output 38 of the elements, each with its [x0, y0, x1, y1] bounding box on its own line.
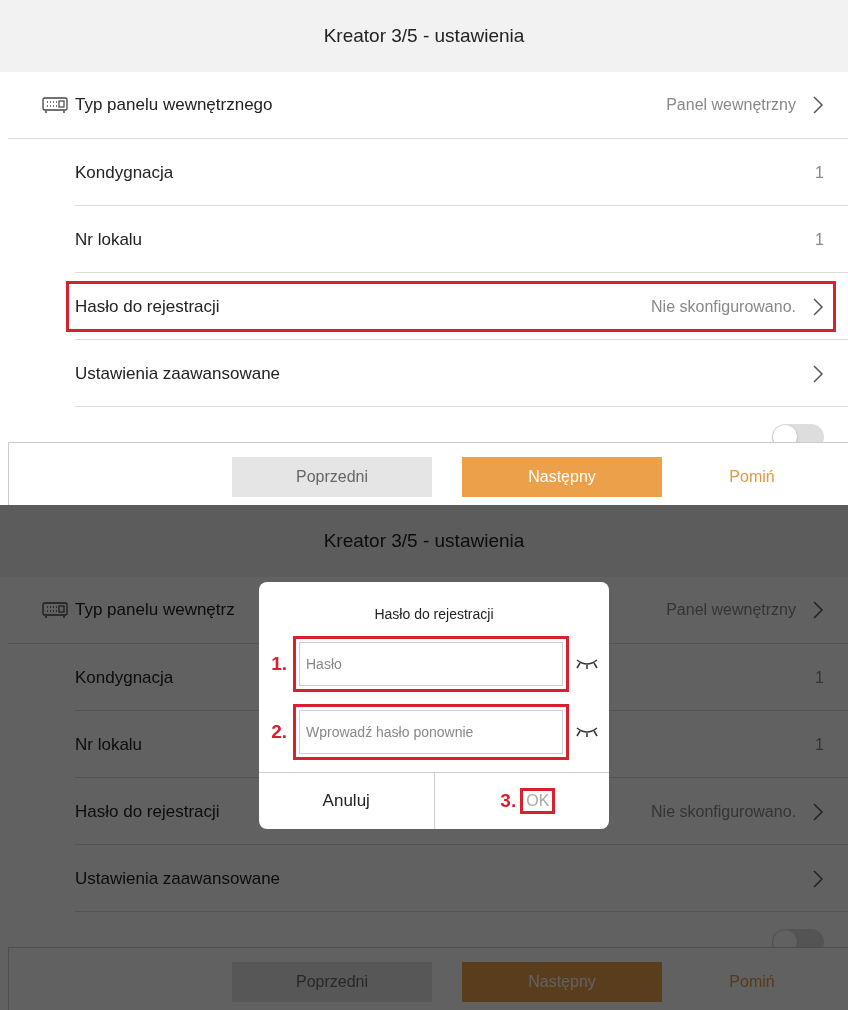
row-label: Kondygnacja [75, 162, 174, 183]
panel-device-icon [42, 602, 68, 618]
screen-title: Kreator 3/5 - ustawienia [323, 530, 525, 552]
step-number: 1. [270, 653, 287, 675]
row-label: Nr lokalu [75, 734, 143, 755]
chevron-right-icon [812, 363, 824, 384]
row-value: Nie skonfigurowano. [651, 297, 796, 316]
row-label: Ustawienia zaawansowane [75, 868, 281, 889]
row-label: Ustawienia zaawansowane [75, 363, 281, 384]
panel-device-icon [42, 97, 68, 113]
row-label: Typ panelu wewnętrz [75, 600, 235, 620]
row-value: 1 [815, 230, 824, 249]
step-number: 2. [270, 721, 287, 743]
password-field[interactable]: Wprowadź hasło ponownie [299, 710, 563, 754]
row-label: Hasło do rejestracji [75, 296, 220, 317]
next-button[interactable]: Następny [462, 457, 662, 497]
cancel-button[interactable]: Anuluj [316, 790, 376, 812]
row-value: Panel wewnętrzny [666, 96, 796, 114]
chevron-right-icon [812, 600, 824, 620]
chevron-right-icon [812, 95, 824, 115]
eye-closed-icon[interactable] [575, 658, 599, 670]
row-value: 1 [815, 163, 824, 182]
next-button[interactable]: Następny [462, 962, 662, 1002]
dialog-title: Hasło do rejestracji [373, 605, 495, 624]
step-number: 3. [499, 790, 517, 812]
row-label: Hasło do rejestracji [75, 801, 220, 822]
chevron-right-icon [812, 868, 824, 889]
chevron-right-icon [812, 801, 824, 822]
password-field[interactable]: Hasło [299, 642, 563, 686]
row-label: Kondygnacja [75, 667, 174, 688]
skip-button[interactable]: Pomiń [692, 457, 812, 497]
previous-button[interactable]: Poprzedni [232, 457, 432, 497]
row-label: Nr lokalu [75, 229, 143, 250]
chevron-right-icon [812, 296, 824, 317]
skip-button[interactable]: Pomiń [692, 962, 812, 1002]
row-label: Typ panelu wewnętrznego [75, 95, 273, 115]
screen-title: Kreator 3/5 - ustawienia [323, 25, 525, 47]
eye-closed-icon[interactable] [575, 726, 599, 738]
